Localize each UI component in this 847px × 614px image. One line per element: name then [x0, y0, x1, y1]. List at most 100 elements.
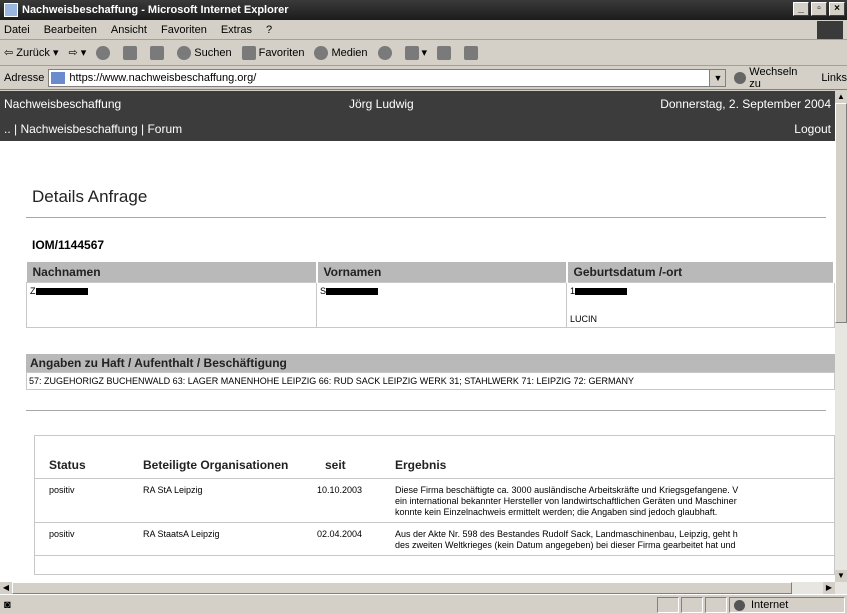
favorites-icon — [241, 45, 256, 60]
home-icon — [150, 45, 165, 60]
detention-heading: Angaben zu Haft / Aufenthalt / Beschäfti… — [26, 353, 835, 372]
print-icon — [437, 45, 452, 60]
detention-text: 57: ZUGEHORIGZ BUCHENWALD 63: LAGER MANE… — [26, 371, 835, 390]
col-firstname: Vornamen — [316, 262, 568, 282]
menu-extras[interactable]: Extras — [221, 24, 252, 36]
media-button[interactable]: Medien — [314, 45, 368, 60]
result-cell: Diese Firma beschäftigte ca. 3000 auslän… — [381, 478, 834, 523]
menu-help[interactable]: ? — [266, 24, 272, 36]
since-cell: 02.04.2004 — [311, 522, 381, 556]
status-page-icon: ◙ — [4, 598, 11, 611]
print-button[interactable] — [437, 45, 454, 60]
address-label: Adresse — [4, 71, 45, 84]
col-status: Status — [35, 453, 129, 479]
birthplace: LUCIN — [570, 313, 598, 324]
org-cell: RA StA Leipzig — [129, 478, 311, 523]
menu-bar: Datei Bearbeiten Ansicht Favoriten Extra… — [0, 20, 847, 40]
mail-button[interactable]: ▾ — [404, 45, 427, 60]
refresh-button[interactable] — [123, 45, 140, 60]
address-url: https://www.nachweisbeschaffung.org/ — [69, 71, 257, 84]
back-arrow-icon: ⇦ — [4, 47, 14, 59]
links-button[interactable]: Links — [821, 72, 847, 84]
birth-cell: 1 LUCIN — [566, 281, 835, 328]
nav-home-link[interactable]: Nachweisbeschaffung — [20, 122, 137, 136]
ie-icon — [4, 3, 18, 17]
site-header: Nachweisbeschaffung Jörg Ludwig Donnerst… — [0, 91, 835, 141]
nav-forum-link[interactable]: Forum — [147, 122, 182, 136]
minimize-button[interactable]: _ — [793, 2, 809, 16]
favorites-button[interactable]: Favoriten — [241, 45, 304, 60]
address-bar: Adresse https://www.nachweisbeschaffung.… — [0, 66, 847, 90]
window-title: Nachweisbeschaffung - Microsoft Internet… — [22, 4, 289, 16]
current-date: Donnerstag, 2. September 2004 — [660, 97, 831, 111]
forward-button[interactable]: ⇨ ▾ — [68, 46, 86, 59]
result-cell: Aus der Akte Nr. 598 des Bestandes Rudol… — [381, 522, 834, 556]
horizontal-scrollbar[interactable]: ◀ ▶ — [0, 582, 847, 594]
case-id: IOM/1144567 — [32, 238, 105, 252]
surname-cell: Z — [26, 281, 317, 328]
history-button[interactable] — [377, 45, 395, 60]
menu-bearbeiten[interactable]: Bearbeiten — [44, 24, 97, 36]
table-row: positiv RA StA Leipzig 10.10.2003 Diese … — [35, 478, 834, 523]
col-organisations: Beteiligte Organisationen — [129, 453, 311, 479]
security-zone: Internet — [729, 597, 845, 613]
search-icon — [177, 45, 192, 60]
logout-link[interactable]: Logout — [794, 122, 831, 136]
go-arrow-icon — [734, 71, 747, 84]
page-viewport: Nachweisbeschaffung Jörg Ludwig Donnerst… — [0, 91, 835, 582]
address-dropdown-icon[interactable]: ▼ — [709, 69, 726, 86]
firstname-cell: S — [316, 281, 567, 328]
divider — [26, 409, 826, 411]
col-surname: Nachnamen — [26, 262, 318, 282]
mail-icon — [404, 45, 419, 60]
redaction-bar — [326, 287, 379, 295]
search-button[interactable]: Suchen — [177, 45, 232, 60]
window-titlebar: Nachweisbeschaffung - Microsoft Internet… — [0, 0, 847, 20]
since-cell: 10.10.2003 — [311, 478, 381, 523]
vertical-scrollbar[interactable]: ▲ ▼ — [835, 91, 847, 582]
back-button[interactable]: ⇦ Zurück ▾ — [4, 46, 58, 60]
edit-icon — [464, 45, 479, 60]
vertical-scroll-thumb[interactable] — [835, 103, 847, 323]
results-box: Status Beteiligte Organisationen seit Er… — [34, 434, 835, 575]
nav-breadcrumb: .. | Nachweisbeschaffung | Forum — [4, 122, 183, 136]
org-cell: RA StaatsA Leipzig — [129, 522, 311, 556]
page-icon — [51, 71, 66, 84]
horizontal-scroll-thumb[interactable] — [12, 582, 792, 594]
results-table: Status Beteiligte Organisationen seit Er… — [35, 453, 834, 556]
close-button[interactable]: × — [829, 2, 845, 16]
status-cell: positiv — [35, 522, 129, 556]
user-name: Jörg Ludwig — [349, 97, 414, 111]
media-icon — [314, 45, 329, 60]
col-result: Ergebnis — [381, 453, 834, 479]
edit-button[interactable] — [464, 45, 481, 60]
site-name: Nachweisbeschaffung — [4, 97, 122, 111]
globe-icon — [734, 599, 745, 611]
menu-favoriten[interactable]: Favoriten — [161, 24, 207, 36]
col-birth: Geburtsdatum /-ort — [566, 262, 835, 282]
address-input[interactable]: https://www.nachweisbeschaffung.org/ ▼ — [48, 68, 727, 87]
menu-datei[interactable]: Datei — [4, 24, 30, 36]
maximize-button[interactable]: ▫ — [811, 2, 827, 16]
go-button[interactable]: Wechseln zu — [734, 66, 811, 90]
divider — [26, 217, 826, 218]
stop-button[interactable] — [96, 45, 113, 60]
status-cell: positiv — [35, 478, 129, 523]
person-table: Nachnamen Vornamen Geburtsdatum /-ort Z … — [26, 262, 835, 328]
refresh-icon — [123, 45, 138, 60]
history-icon — [377, 45, 392, 60]
scroll-up-icon[interactable]: ▲ — [835, 91, 847, 103]
redaction-bar — [575, 287, 628, 295]
toolbar: ⇦ Zurück ▾ ⇨ ▾ Suchen Favoriten Medien ▾ — [0, 40, 847, 66]
status-bar: ◙ Internet — [0, 594, 847, 614]
home-button[interactable] — [150, 45, 167, 60]
scroll-left-icon[interactable]: ◀ — [0, 582, 12, 594]
redaction-bar — [35, 287, 88, 295]
menu-ansicht[interactable]: Ansicht — [111, 24, 147, 36]
main-content: Details Anfrage IOM/1144567 Nachnamen Vo… — [26, 141, 835, 575]
forward-arrow-icon: ⇨ ▾ — [68, 47, 87, 59]
scroll-right-icon[interactable]: ▶ — [823, 582, 835, 594]
scroll-down-icon[interactable]: ▼ — [835, 570, 847, 582]
page-title: Details Anfrage — [32, 187, 148, 206]
table-row: positiv RA StaatsA Leipzig 02.04.2004 Au… — [35, 522, 834, 556]
